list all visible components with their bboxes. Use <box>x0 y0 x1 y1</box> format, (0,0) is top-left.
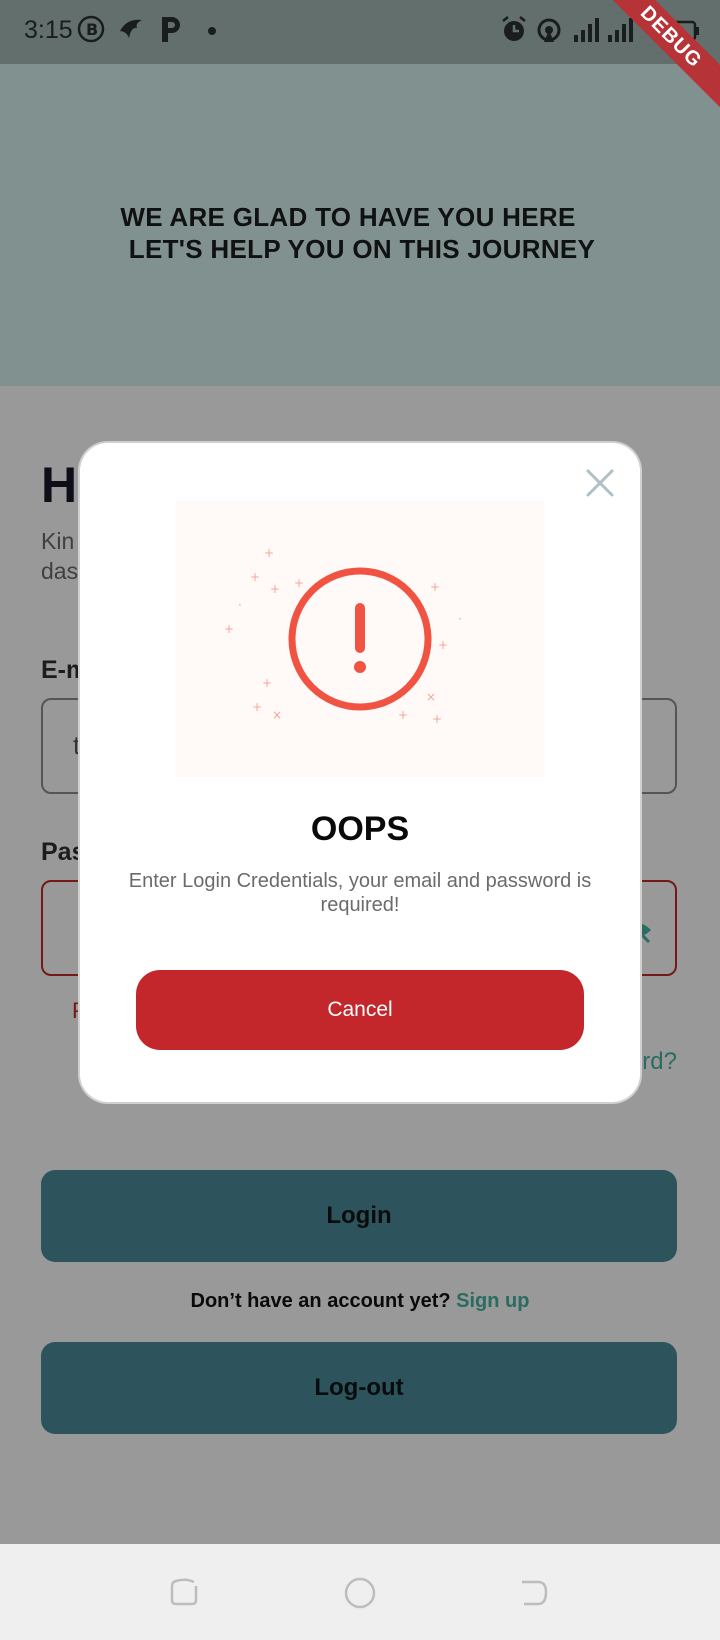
svg-text:+: + <box>262 676 272 690</box>
svg-text:+: + <box>294 576 304 590</box>
close-icon[interactable] <box>580 463 620 503</box>
recent-apps-icon[interactable] <box>168 1576 200 1608</box>
dialog-message: Enter Login Credentials, your email and … <box>128 870 592 916</box>
svg-text:+: + <box>252 700 262 714</box>
svg-text:+: + <box>432 712 442 726</box>
svg-text:+: + <box>398 708 408 722</box>
navigation-bar <box>0 1544 720 1640</box>
svg-text:+: + <box>264 546 274 560</box>
svg-text:·: · <box>238 598 242 612</box>
svg-text:×: × <box>426 690 436 704</box>
svg-text:+: + <box>250 570 260 584</box>
exclamation-circle-icon: ++ + +++ +++ × +× +·· <box>224 546 462 726</box>
svg-text:+: + <box>430 580 440 594</box>
error-illustration: + + + + + + + + + × + × + · · <box>176 501 544 777</box>
svg-text:+: + <box>270 582 280 596</box>
app-screen: 3:15 B WE ARE GLAD TO HAVE YOU HERE LET'… <box>0 0 720 1640</box>
svg-text:+: + <box>224 622 234 636</box>
cancel-button[interactable]: Cancel <box>136 970 584 1050</box>
svg-text:·: · <box>458 612 462 626</box>
svg-text:×: × <box>272 708 282 722</box>
back-icon[interactable] <box>518 1576 550 1608</box>
dialog-title: OOPS <box>310 810 410 848</box>
error-dialog: + + + + + + + + + × + × + · · OOPS Enter Login Cre… <box>80 443 640 1102</box>
home-icon[interactable] <box>343 1576 377 1610</box>
svg-text:+: + <box>438 638 448 652</box>
